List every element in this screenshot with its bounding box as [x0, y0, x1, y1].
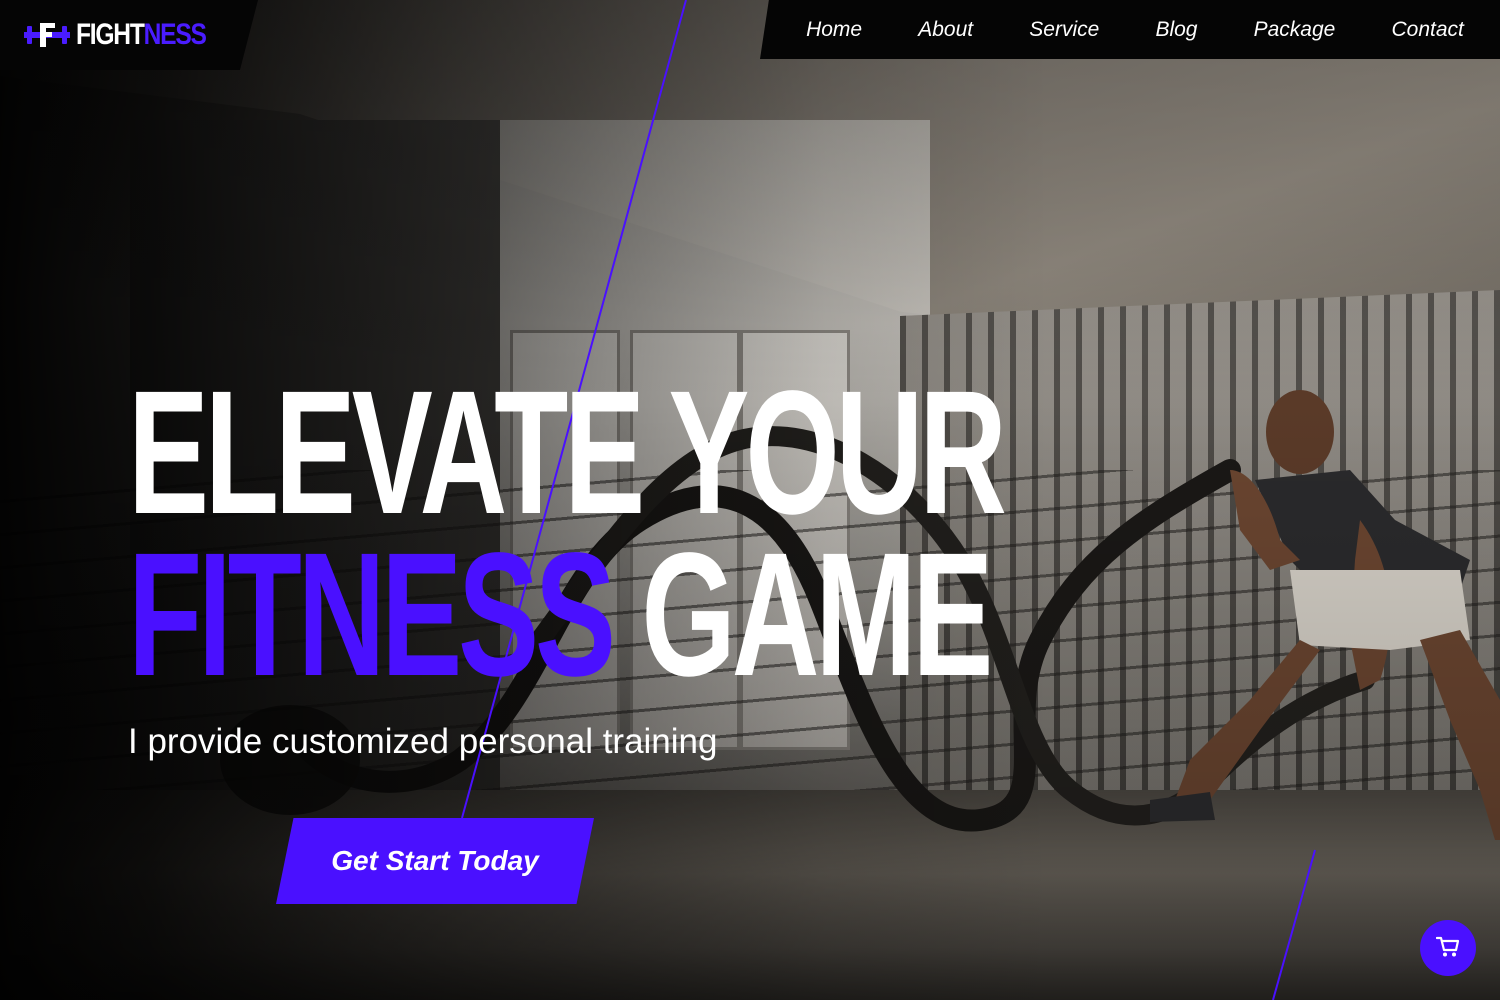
- headline-accent-word: FITNESS: [128, 517, 616, 713]
- get-started-button[interactable]: Get Start Today: [276, 818, 594, 904]
- hero-section: ELEVATE YOUR FITNESS GAME: [128, 355, 1396, 703]
- dumbbell-f-icon: [24, 20, 70, 50]
- logo[interactable]: FIGHTNESS: [0, 0, 258, 70]
- cart-icon: [1435, 936, 1460, 961]
- logo-text-fight: FIGHT: [76, 18, 145, 51]
- main-nav: Home About Service Blog Package Contact: [760, 0, 1500, 59]
- logo-text-ness: NESS: [143, 18, 207, 51]
- nav-about[interactable]: About: [918, 18, 973, 42]
- headline-line-2: FITNESS GAME: [128, 527, 1003, 703]
- headline-rest-word: GAME: [641, 517, 993, 713]
- nav-package[interactable]: Package: [1254, 18, 1336, 42]
- nav-home[interactable]: Home: [806, 18, 862, 42]
- logo-wordmark: FIGHTNESS: [76, 18, 207, 52]
- headline-line-1: ELEVATE YOUR: [128, 355, 1007, 551]
- cart-button[interactable]: [1420, 920, 1476, 976]
- hero-headline: ELEVATE YOUR FITNESS GAME: [128, 355, 1007, 703]
- hero-subtitle: I provide customized personal training: [128, 722, 718, 761]
- nav-contact[interactable]: Contact: [1391, 18, 1463, 42]
- nav-service[interactable]: Service: [1029, 18, 1099, 42]
- nav-blog[interactable]: Blog: [1155, 18, 1197, 42]
